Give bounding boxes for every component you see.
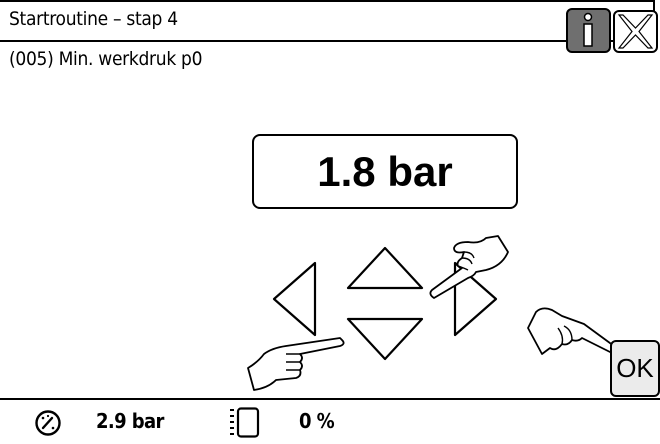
value-display: 1.8 bar — [252, 134, 518, 209]
level-value: 0 % — [299, 409, 335, 433]
info-button[interactable] — [566, 8, 611, 53]
pressure-value: 2.9 bar — [96, 409, 164, 433]
close-icon — [617, 14, 654, 49]
tank-level-icon — [230, 407, 260, 438]
ok-button-label: OK — [616, 353, 654, 383]
close-button[interactable] — [613, 10, 658, 53]
pointing-hand-icon — [429, 235, 509, 299]
status-bar: 2.9 bar 0 % — [0, 398, 660, 444]
page-title: Startroutine – stap 4 — [9, 8, 178, 30]
pointing-hand-icon — [247, 337, 345, 391]
arrow-left-icon[interactable] — [271, 261, 319, 337]
arrow-down-icon[interactable] — [345, 316, 425, 362]
gauge-icon — [35, 410, 61, 436]
pointing-hand-icon — [527, 307, 620, 356]
parameter-label: (005) Min. werkdruk p0 — [9, 48, 203, 70]
title-bar: Startroutine – stap 4 — [0, 0, 655, 42]
value-text: 1.8 bar — [317, 147, 453, 195]
ok-button[interactable]: OK — [610, 340, 660, 397]
arrow-up-icon[interactable] — [345, 245, 425, 291]
info-icon — [583, 12, 593, 47]
